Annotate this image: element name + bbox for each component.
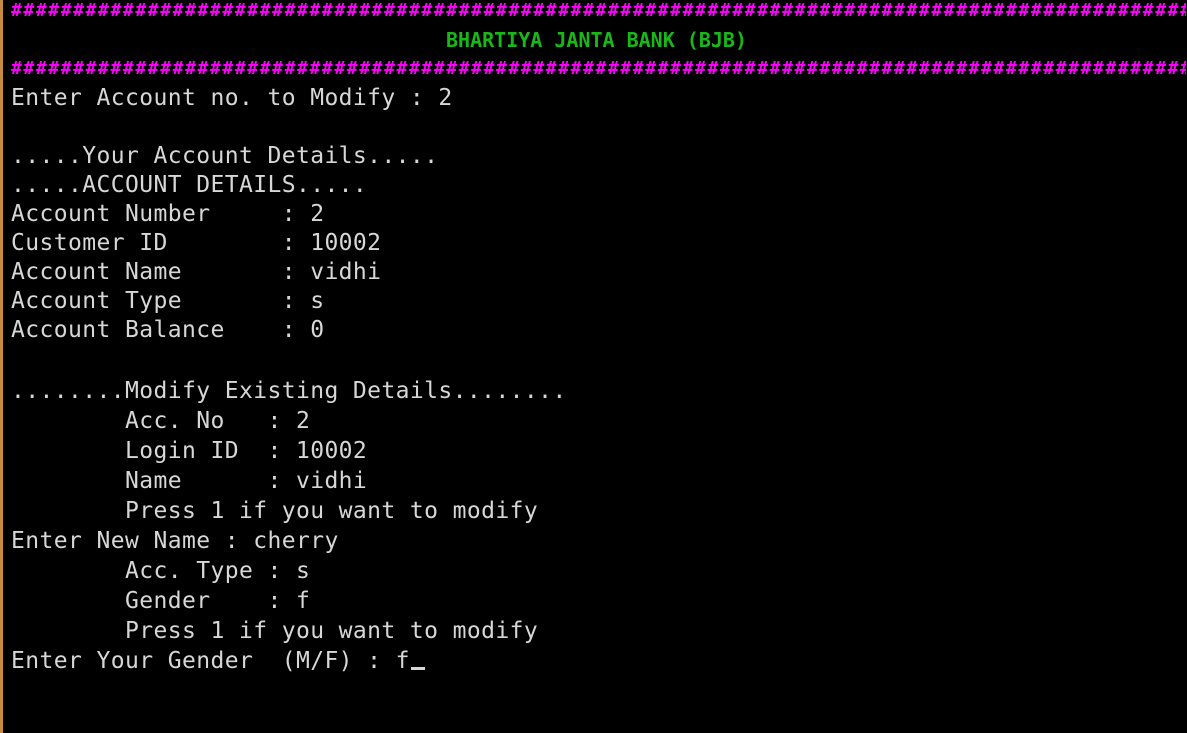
gender-prompt-text: Enter Your Gender (M/F) : f <box>11 648 410 674</box>
modify-name-line: Name : vidhi <box>11 468 368 494</box>
enter-new-name-line: Enter New Name : cherry <box>11 528 339 554</box>
your-account-details-heading: .....Your Account Details..... <box>11 143 439 169</box>
press-1-modify-line: Press 1 if you want to modify <box>11 498 539 524</box>
bank-title: BHARTIYA JANTA BANK (BJB) <box>445 28 748 52</box>
modify-details-heading: ........Modify Existing Details........ <box>11 378 567 404</box>
account-details-heading: .....ACCOUNT DETAILS..... <box>11 172 368 198</box>
header-rule-top: ########################################… <box>11 0 1186 21</box>
gender-input-line[interactable]: Enter Your Gender (M/F) : f <box>11 647 425 676</box>
modify-gender-line: Gender : f <box>11 588 311 614</box>
header-rule-bottom: ########################################… <box>11 58 1186 79</box>
console-window[interactable]: ########################################… <box>0 0 1187 733</box>
account-type-line: Account Type : s <box>11 288 325 314</box>
account-name-line: Account Name : vidhi <box>11 259 382 285</box>
prompt-account-no: Enter Account no. to Modify : 2 <box>11 85 453 111</box>
press-1-modify-line: Press 1 if you want to modify <box>11 618 539 644</box>
text-cursor <box>410 667 425 670</box>
account-number-line: Account Number : 2 <box>11 201 325 227</box>
customer-id-line: Customer ID : 10002 <box>11 230 382 256</box>
account-balance-line: Account Balance : 0 <box>11 317 325 343</box>
modify-login-id-line: Login ID : 10002 <box>11 438 368 464</box>
modify-acc-no-line: Acc. No : 2 <box>11 408 311 434</box>
modify-acc-type-line: Acc. Type : s <box>11 558 311 584</box>
